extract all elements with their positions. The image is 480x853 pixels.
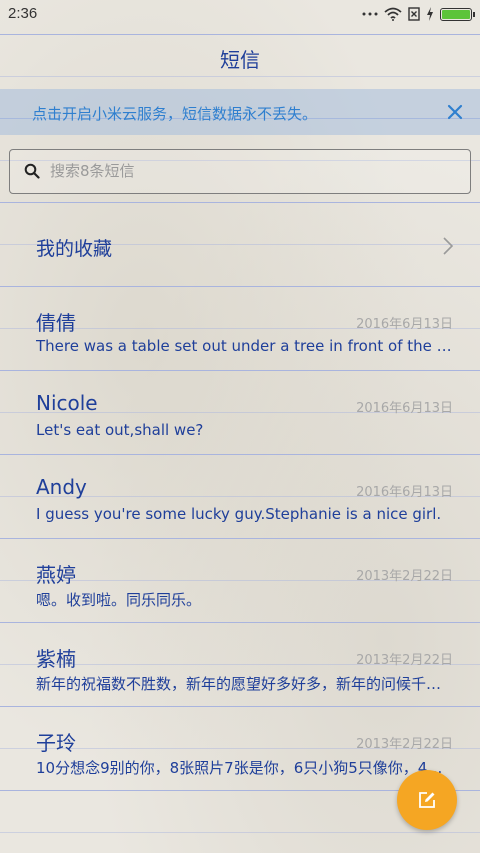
- close-icon[interactable]: [444, 101, 466, 123]
- battery-icon: [440, 7, 475, 21]
- wifi-icon: [384, 7, 402, 21]
- conversation-item[interactable]: 倩倩 2016年6月13日 There was a table set out …: [0, 307, 480, 391]
- contact-name: Andy: [36, 475, 87, 499]
- message-date: 2013年2月22日: [356, 737, 453, 752]
- sim-x-icon: [408, 7, 420, 21]
- message-preview: 新年的祝福数不胜数，新年的愿望好多好多，新年的问候千言万语: [36, 675, 456, 693]
- favorites-item[interactable]: 我的收藏: [0, 218, 480, 274]
- message-preview: There was a table set out under a tree i…: [36, 337, 456, 355]
- contact-name: 燕婷: [36, 563, 76, 587]
- search-icon: [24, 163, 40, 179]
- status-icons: [362, 6, 475, 22]
- status-time: 2:36: [8, 5, 38, 22]
- status-bar: 2:36: [0, 0, 480, 28]
- message-date: 2013年2月22日: [356, 653, 453, 668]
- favorites-label: 我的收藏: [36, 238, 113, 260]
- message-preview: Let's eat out,shall we?: [36, 421, 204, 439]
- search-input[interactable]: [50, 150, 460, 192]
- contact-name: 子玲: [36, 731, 76, 755]
- conversation-item[interactable]: Andy 2016年6月13日 I guess you're some luck…: [0, 475, 480, 559]
- message-date: 2016年6月13日: [356, 485, 453, 500]
- dots-icon: [362, 12, 378, 16]
- message-date: 2016年6月13日: [356, 401, 453, 416]
- contact-name: Nicole: [36, 391, 98, 415]
- banner-text[interactable]: 点击开启小米云服务，短信数据永不丢失。: [32, 103, 317, 124]
- chevron-right-icon: [443, 237, 454, 255]
- compose-icon: [419, 792, 435, 808]
- message-preview: I guess you're some lucky guy.Stephanie …: [36, 505, 442, 523]
- message-preview: 嗯。收到啦。同乐同乐。: [36, 591, 202, 609]
- conversation-item[interactable]: Nicole 2016年6月13日 Let's eat out,shall we…: [0, 391, 480, 475]
- compose-button[interactable]: [397, 770, 457, 830]
- page-title: 短信: [220, 48, 260, 72]
- conversation-item[interactable]: 紫楠 2013年2月22日 新年的祝福数不胜数，新年的愿望好多好多，新年的问候千…: [0, 643, 480, 727]
- message-preview: 10分想念9别的你，8张照片7张是你，6只小狗5只像你，4月3号: [36, 759, 456, 777]
- message-date: 2013年2月22日: [356, 569, 453, 584]
- charging-icon: [427, 7, 433, 21]
- message-date: 2016年6月13日: [356, 317, 453, 332]
- conversation-item[interactable]: 燕婷 2013年2月22日 嗯。收到啦。同乐同乐。: [0, 559, 480, 643]
- cloud-service-banner[interactable]: 点击开启小米云服务，短信数据永不丢失。: [0, 89, 480, 135]
- contact-name: 倩倩: [36, 311, 76, 335]
- contact-name: 紫楠: [36, 647, 76, 671]
- search-box[interactable]: [9, 149, 471, 194]
